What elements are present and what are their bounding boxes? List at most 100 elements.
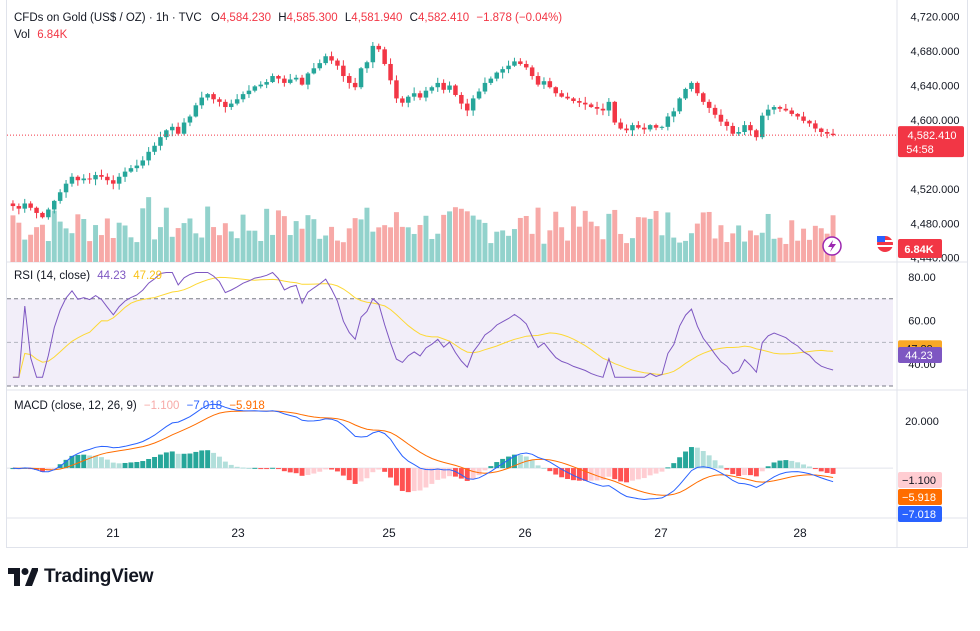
time-axis-label: 28 (793, 526, 807, 540)
volume-bar (205, 206, 211, 262)
time-axis-label: 27 (654, 526, 668, 540)
candle-body (506, 65, 511, 70)
candle-body (665, 116, 671, 127)
macd-hist-bar (423, 468, 429, 488)
volume-label: Vol (14, 29, 30, 41)
candle-body (742, 125, 747, 132)
tradingview-logo[interactable]: TradingView (8, 566, 154, 588)
candle-body (435, 82, 440, 88)
macd-hist-bar (140, 461, 146, 469)
volume-bar (594, 226, 600, 262)
candle-body (671, 111, 676, 117)
candle-body (429, 87, 435, 91)
candle-body (417, 93, 423, 98)
volume-bar (352, 218, 358, 262)
high-value: 4,585.300 (286, 12, 338, 24)
candle-body (647, 125, 653, 130)
candle-body (52, 200, 57, 210)
candle-body (111, 180, 116, 184)
volume-bar (228, 231, 234, 262)
candle-body (618, 122, 623, 129)
volume-bar (429, 238, 435, 262)
volume-bar (712, 238, 718, 262)
volume-bar (452, 207, 458, 262)
macd-hist-bar (163, 452, 169, 469)
macd-hist-bar (541, 467, 547, 469)
candle-body (376, 45, 381, 50)
candle-body (305, 73, 311, 85)
macd-value-badge-label: −7.018 (902, 509, 936, 521)
macd-hist-bar (75, 454, 81, 469)
volume-bar (435, 233, 441, 262)
change-value: −1.878 (−0.04%) (476, 12, 563, 24)
price-tick-label: 4,640.000 (911, 80, 960, 92)
volume-bar (305, 215, 311, 262)
macd-hist-bar (299, 468, 305, 476)
volume-bar (812, 225, 818, 262)
macd-hist-bar (624, 468, 630, 483)
macd-hist-bar (252, 467, 258, 469)
macd-hist-bar (789, 460, 795, 469)
candle-body (488, 78, 494, 83)
macd-hist-bar (783, 460, 789, 469)
macd-hist-bar (411, 468, 417, 492)
macd-hist-bar (736, 468, 742, 477)
candle-body (358, 68, 364, 88)
macd-hist-bar (187, 453, 193, 469)
volume-bar (16, 222, 22, 262)
price-tick-label: 4,680.000 (911, 46, 960, 58)
candle-body (683, 88, 688, 99)
countdown-label: 54:58 (906, 144, 934, 156)
candle-body (718, 114, 724, 122)
volume-bar (98, 235, 104, 262)
macd-tick-label: 20.000 (905, 416, 939, 428)
macd-hist-bar (146, 458, 152, 469)
macd-line (12, 403, 834, 501)
macd-hist-bar (606, 468, 612, 477)
candle-body (329, 56, 334, 61)
candle-body (459, 94, 464, 104)
volume-bar (128, 237, 134, 262)
candle-body (547, 81, 553, 88)
candle-body (565, 96, 570, 99)
volume-bar (665, 212, 671, 262)
macd-hist-bar (110, 462, 116, 469)
candle-body (134, 165, 140, 169)
time-axis-label: 25 (382, 526, 396, 540)
volume-bar (529, 233, 535, 262)
macd-hist-bar (700, 451, 706, 469)
macd-hist-bar (240, 467, 246, 469)
macd-hist-bar (553, 468, 559, 475)
volume-bar (175, 228, 181, 262)
volume-bar (405, 227, 411, 262)
volume-bar (388, 227, 394, 262)
candle-body (535, 76, 541, 85)
macd-hist-bar (205, 450, 211, 469)
volume-bar (104, 218, 110, 262)
high-label: H (278, 12, 287, 24)
candle-body (34, 207, 39, 213)
macd-hist-bar (216, 456, 222, 469)
candle-body (181, 122, 187, 134)
volume-bar (187, 218, 193, 262)
volume-bar (22, 239, 28, 262)
volume-bar (618, 233, 624, 262)
macd-hist-bar (287, 468, 293, 473)
volume-bar (730, 233, 736, 262)
candle-body (187, 116, 193, 123)
macd-hist-bar (128, 462, 134, 469)
macd-hist-bar (270, 467, 276, 469)
volume-bar (506, 235, 512, 262)
volume-bar (275, 210, 281, 262)
candle-body (765, 109, 771, 116)
symbol-legend: CFDs on Gold (US$ / OZ) · 1h · TVC O4,58… (14, 11, 562, 25)
volume-bar (470, 215, 476, 262)
volume-bar (57, 221, 63, 262)
volume-bar (346, 228, 352, 262)
candle-body (441, 82, 446, 90)
volume-bar (494, 231, 500, 262)
candle-body (57, 192, 63, 201)
volume-bar (293, 221, 299, 262)
macd-hist-bar (222, 461, 228, 469)
volume-bar (287, 235, 293, 262)
